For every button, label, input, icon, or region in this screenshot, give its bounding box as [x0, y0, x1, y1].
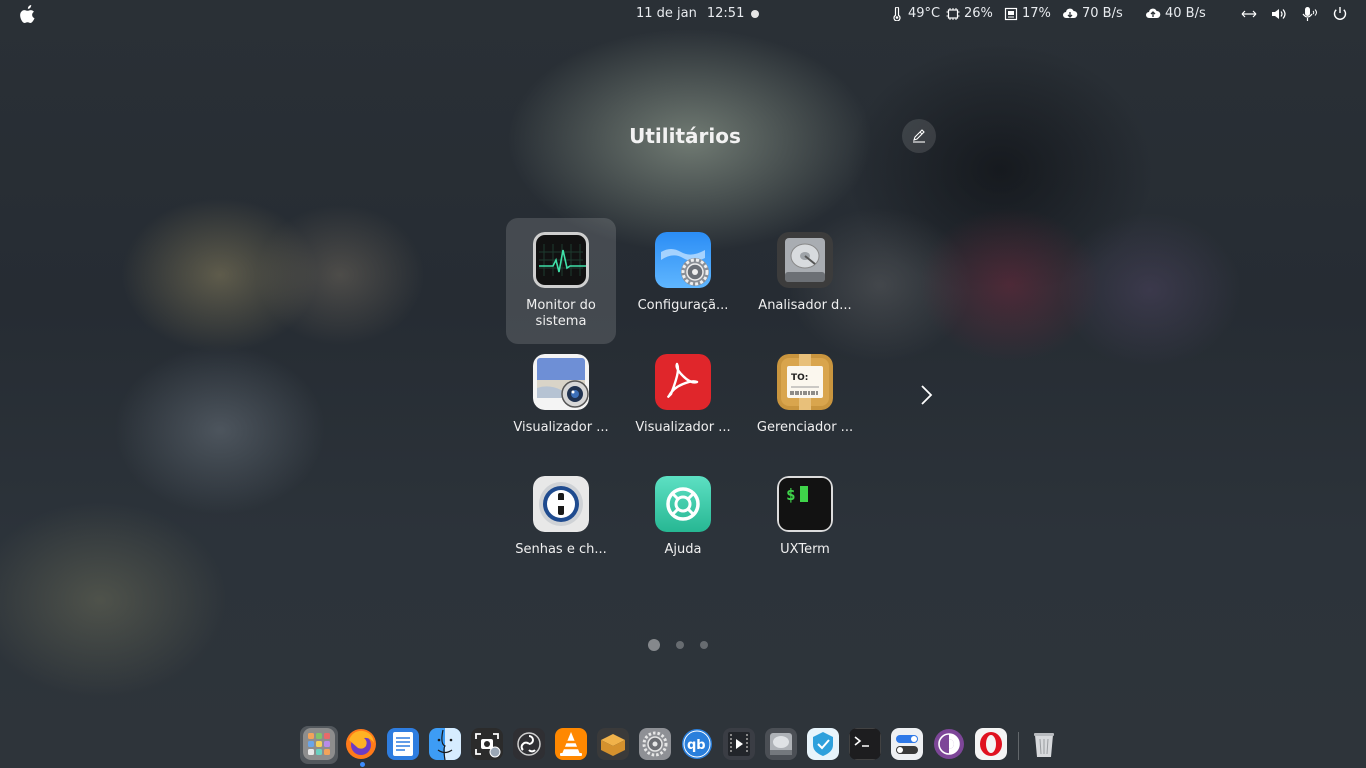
folder-title[interactable]: Utilitários	[560, 124, 810, 148]
app-package-manager[interactable]: TO: Gerenciador ...	[750, 340, 860, 466]
cpu-icon	[946, 7, 960, 20]
volume-icon[interactable]	[1270, 6, 1288, 22]
dock-separator	[1018, 732, 1019, 760]
vlc-icon[interactable]	[555, 728, 587, 760]
app-label: Monitor do sistema	[526, 298, 596, 329]
network-wired-icon[interactable]	[1240, 6, 1258, 22]
time-label: 12:51	[706, 6, 745, 21]
pdf-viewer-icon	[655, 354, 711, 410]
screenshot-icon[interactable]	[471, 728, 503, 760]
system-settings-icon[interactable]	[639, 728, 671, 760]
thermometer-icon	[893, 6, 901, 21]
app-disk-analyzer[interactable]: Analisador d...	[750, 218, 860, 344]
clock[interactable]: 11 de jan 12:51	[636, 6, 744, 21]
chevron-right-icon[interactable]	[914, 383, 938, 407]
cpu-value: 26%	[964, 6, 993, 21]
app-label: Visualizador ...	[513, 420, 609, 435]
tweaks-icon[interactable]	[891, 728, 923, 760]
page-dot-1[interactable]	[648, 639, 660, 651]
app-help[interactable]: Ajuda	[628, 462, 738, 588]
page-dot-2[interactable]	[676, 641, 684, 649]
upload-value: 40 B/s	[1165, 6, 1206, 21]
memory-value: 17%	[1022, 6, 1051, 21]
qbittorrent-icon[interactable]: qb	[681, 728, 713, 760]
running-indicator	[360, 762, 365, 767]
app-uxterm[interactable]: $ UXTerm	[750, 462, 860, 588]
disk-utility-icon[interactable]	[765, 728, 797, 760]
temperature-value: 49°C	[908, 6, 941, 21]
launchpad-icon[interactable]	[303, 728, 335, 760]
date-label: 11 de jan	[636, 6, 697, 21]
system-monitor-icon	[533, 232, 589, 288]
terminal-icon[interactable]	[849, 728, 881, 760]
download-value: 70 B/s	[1082, 6, 1123, 21]
apple-logo-icon[interactable]	[20, 5, 36, 23]
power-icon[interactable]	[1331, 6, 1349, 22]
edit-pencil-icon	[913, 129, 925, 143]
page-indicator	[648, 639, 708, 651]
passwords-keys-icon	[533, 476, 589, 532]
finder-icon[interactable]	[429, 728, 461, 760]
app-label: Gerenciador ...	[756, 420, 854, 435]
svg-text:TO:: TO:	[791, 373, 808, 383]
trash-icon[interactable]	[1028, 728, 1060, 760]
app-system-monitor[interactable]: Monitor do sistema	[506, 218, 616, 344]
cpu-indicator[interactable]: 26%	[946, 6, 993, 21]
shield-app-icon[interactable]	[807, 728, 839, 760]
top-bar: 11 de jan 12:51 49°C 26% 17% 70 B/s 40 B…	[0, 0, 1366, 28]
app-label: Analisador d...	[758, 298, 852, 313]
cloud-upload-icon	[1146, 8, 1161, 18]
tor-browser-icon[interactable]	[933, 728, 965, 760]
app-label: Configuraçã...	[637, 298, 729, 313]
app-pdf-viewer[interactable]: Visualizador ...	[628, 340, 738, 466]
obs-icon[interactable]	[513, 728, 545, 760]
app-image-viewer[interactable]: Visualizador ...	[506, 340, 616, 466]
notification-dot[interactable]	[751, 10, 759, 18]
upload-indicator[interactable]: 40 B/s	[1145, 6, 1206, 21]
archive-manager-icon[interactable]	[597, 728, 629, 760]
opera-icon[interactable]	[975, 728, 1007, 760]
firefox-icon[interactable]	[345, 728, 377, 760]
text-editor-icon[interactable]	[387, 728, 419, 760]
svg-text:$: $	[786, 485, 796, 504]
app-passwords-keys[interactable]: Senhas e ch...	[506, 462, 616, 588]
memory-icon	[1004, 7, 1018, 20]
memory-indicator[interactable]: 17%	[1004, 6, 1051, 21]
settings-icon	[655, 232, 711, 288]
svg-text:qb: qb	[687, 738, 706, 753]
video-editor-icon[interactable]	[723, 728, 755, 760]
disk-analyzer-icon	[777, 232, 833, 288]
app-label: UXTerm	[780, 542, 830, 557]
page-dot-3[interactable]	[700, 641, 708, 649]
app-label: Visualizador ...	[635, 420, 731, 435]
package-manager-icon: TO:	[777, 354, 833, 410]
temperature-indicator[interactable]: 49°C	[890, 6, 940, 21]
app-label: Senhas e ch...	[515, 542, 607, 557]
download-indicator[interactable]: 70 B/s	[1062, 6, 1123, 21]
cloud-download-icon	[1063, 8, 1078, 18]
app-settings[interactable]: Configuraçã...	[628, 218, 738, 344]
image-viewer-icon	[533, 354, 589, 410]
microphone-icon[interactable]	[1300, 6, 1318, 22]
rename-folder-button[interactable]	[902, 119, 936, 153]
terminal-icon: $	[777, 476, 833, 532]
help-icon	[655, 476, 711, 532]
app-label: Ajuda	[664, 542, 702, 557]
